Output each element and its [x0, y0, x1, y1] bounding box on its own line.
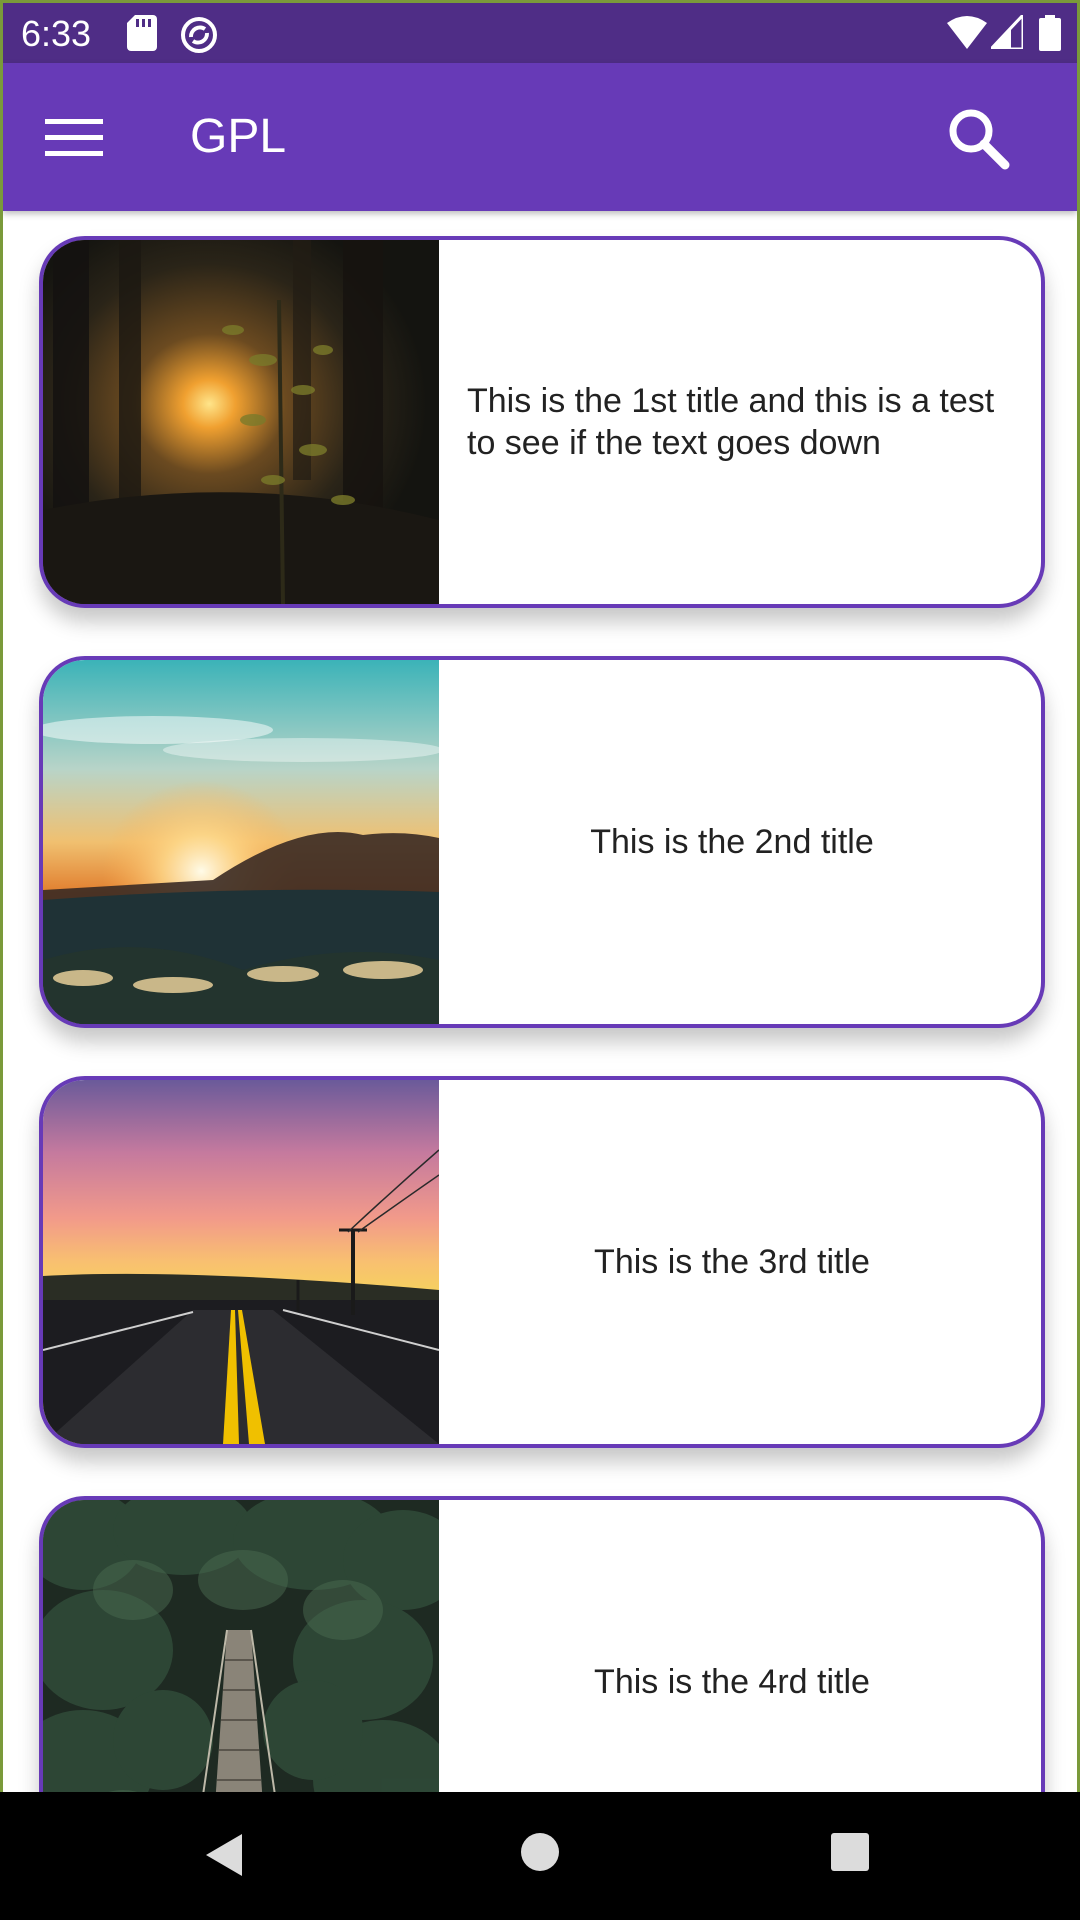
app-bar: GPL	[3, 63, 1077, 211]
card-1-title: This is the 1st title and this is a test…	[467, 382, 995, 462]
sd-card-icon	[127, 15, 157, 51]
road-sunset-image	[43, 1080, 439, 1444]
navigation-bar	[0, 1792, 1080, 1920]
search-icon[interactable]	[943, 103, 1013, 173]
card-1[interactable]: This is the 1st title and this is a test…	[39, 236, 1045, 608]
app-title: GPL	[190, 110, 287, 163]
app-screen: 6:33 GPL This is the 1st title and this …	[3, 3, 1077, 1917]
battery-icon	[1039, 15, 1061, 51]
sync-icon	[181, 17, 217, 53]
home-circle-icon[interactable]	[520, 1832, 560, 1872]
status-bar: 6:33	[3, 3, 1077, 63]
card-2[interactable]: This is the 2nd title	[39, 656, 1045, 1028]
card-3-title: This is the 3rd title	[594, 1243, 870, 1281]
recents-square-icon[interactable]	[830, 1832, 870, 1872]
signal-icon	[991, 15, 1023, 49]
mountain-sunset-image	[43, 660, 439, 1024]
back-triangle-icon[interactable]	[204, 1832, 244, 1878]
card-3[interactable]: This is the 3rd title	[39, 1076, 1045, 1448]
card-2-title: This is the 2nd title	[590, 823, 874, 861]
forest-sunset-image	[43, 240, 439, 604]
hamburger-menu-icon[interactable]	[39, 115, 105, 161]
wifi-icon	[947, 16, 987, 49]
status-time: 6:33	[21, 13, 92, 54]
